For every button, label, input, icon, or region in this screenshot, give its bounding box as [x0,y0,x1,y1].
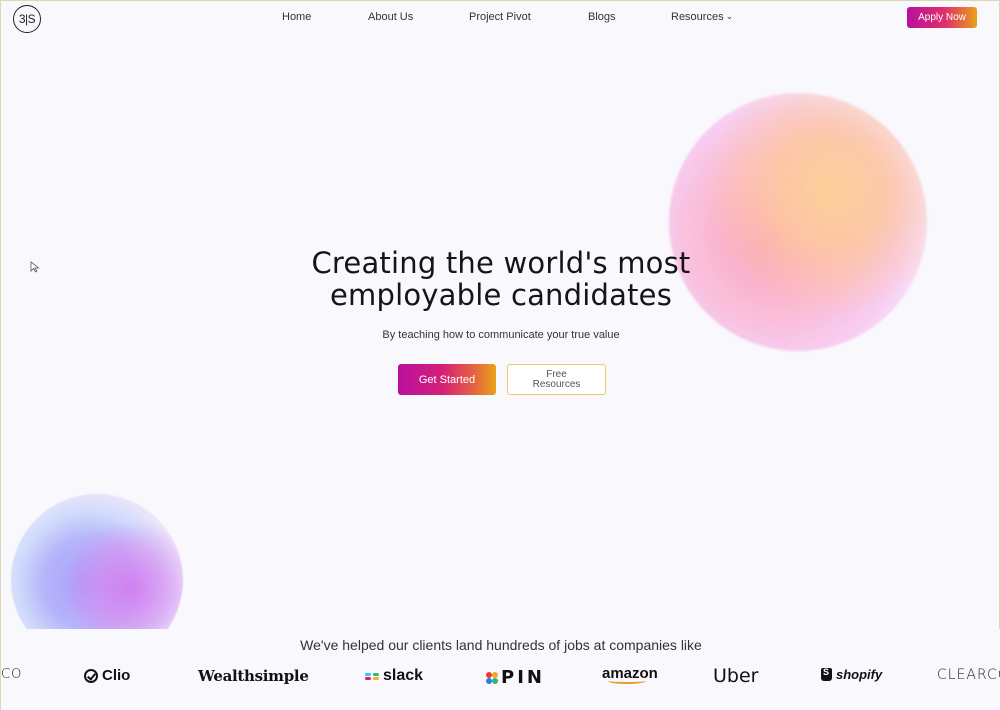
hero-title: Creating the world's most employable can… [251,247,751,311]
nav-links: Home About Us Project Pivot Blogs Resour… [1,11,1000,27]
client-logo-text: slack [383,667,424,684]
client-logo-clearco: CLEARCO [937,667,1000,683]
hero-title-line-2: employable candidates [329,278,673,312]
apply-now-button[interactable]: Apply Now [907,7,977,28]
pin-dots-icon [486,671,498,684]
top-navigation: 3|S Home About Us Project Pivot Blogs Re… [1,1,1000,35]
slack-hash-icon [365,669,379,683]
nav-about-link[interactable]: About Us [368,11,413,23]
nav-blogs-link[interactable]: Blogs [588,11,616,23]
client-logo-clio: Clio [84,667,130,684]
client-logo-wealthsimple: Wealthsimple [198,667,309,685]
client-logo-slack: slack [365,667,423,685]
get-started-button[interactable]: Get Started [398,364,496,395]
amazon-smile-icon [608,678,646,684]
client-logo-text: CLEARCO [937,667,1000,683]
hero-subtitle: By teaching how to communicate your true… [382,329,620,341]
client-logo-text: shopify [836,667,883,682]
client-logo-shopify: shopify [821,667,882,682]
client-logo-partial: CO [1,667,22,682]
clients-heading: We've helped our clients land hundreds o… [300,637,702,653]
client-logo-amazon: amazon [602,665,658,684]
decorative-gradient-orb-large [669,93,927,351]
nav-home-link[interactable]: Home [282,11,311,23]
free-resources-button[interactable]: Free Resources [507,364,606,395]
chevron-down-icon: ⌄ [725,11,734,21]
client-logo-text: Clio [102,667,131,684]
client-logo-text: CO [1,667,23,682]
client-logo-text: Wealthsimple [198,667,309,685]
nav-resources-dropdown[interactable]: Resources ⌄ [671,11,733,23]
client-logo-pin: PIN [486,667,545,688]
shopify-bag-icon [821,667,832,681]
mouse-pointer-icon [30,261,40,273]
client-logo-strip: CO Clio Wealthsimple slack PIN amazon Ub… [1,661,1000,691]
client-logo-text: Uber [713,665,759,687]
hero-title-line-1: Creating the world's most [311,246,691,280]
clio-check-icon [84,668,98,683]
nav-resources-label: Resources [671,11,724,23]
client-logo-text: PIN [501,667,545,688]
client-logo-uber: Uber [713,665,758,687]
nav-project-pivot-link[interactable]: Project Pivot [469,11,531,23]
